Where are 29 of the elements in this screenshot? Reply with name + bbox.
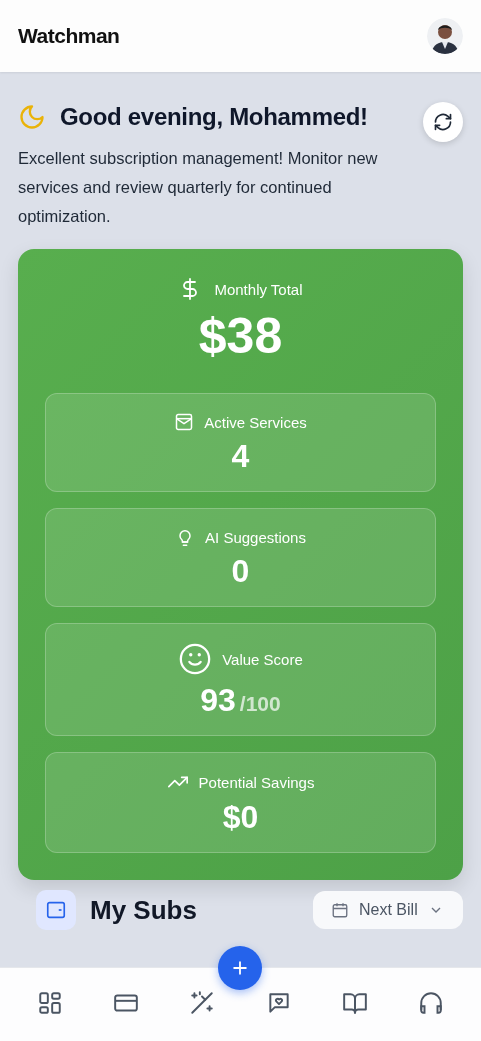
stat-value: 0 [231,553,250,590]
sort-dropdown[interactable]: Next Bill [313,891,463,929]
stat-value: $0 [222,799,259,836]
dashboard-icon[interactable] [37,990,64,1016]
headphones-icon[interactable] [417,990,444,1016]
refresh-icon [433,112,453,132]
stat-label: Potential Savings [198,773,315,791]
plus-icon [230,958,250,978]
smiley-icon [178,642,213,676]
stat-value: 4 [231,438,250,475]
greeting-message: Excellent subscription management! Monitor new services and review quarterly for continued optimization. [18,148,379,227]
refresh-button[interactable] [423,102,463,142]
greeting-title: Good evening, Mohammed! [60,103,369,131]
stat-suffix: /100 [239,692,281,716]
stat-label: Value Score [222,650,303,668]
app-title: Watchman [18,24,120,48]
book-icon[interactable] [341,990,368,1016]
moon-icon [18,103,46,131]
stat-label: AI Suggestions [205,528,306,546]
wallet-icon [36,890,76,930]
section-title: My Subs [90,894,197,926]
monthly-total-label: Monthly Total [214,280,303,298]
monthly-total-value: $38 [197,307,284,365]
add-button[interactable] [218,946,262,990]
inbox-icon [174,412,195,432]
stat-label: Active Services [204,413,307,431]
calendar-icon [331,901,349,919]
stat-value: 93 [200,682,236,719]
magic-wand-icon[interactable] [189,990,216,1016]
